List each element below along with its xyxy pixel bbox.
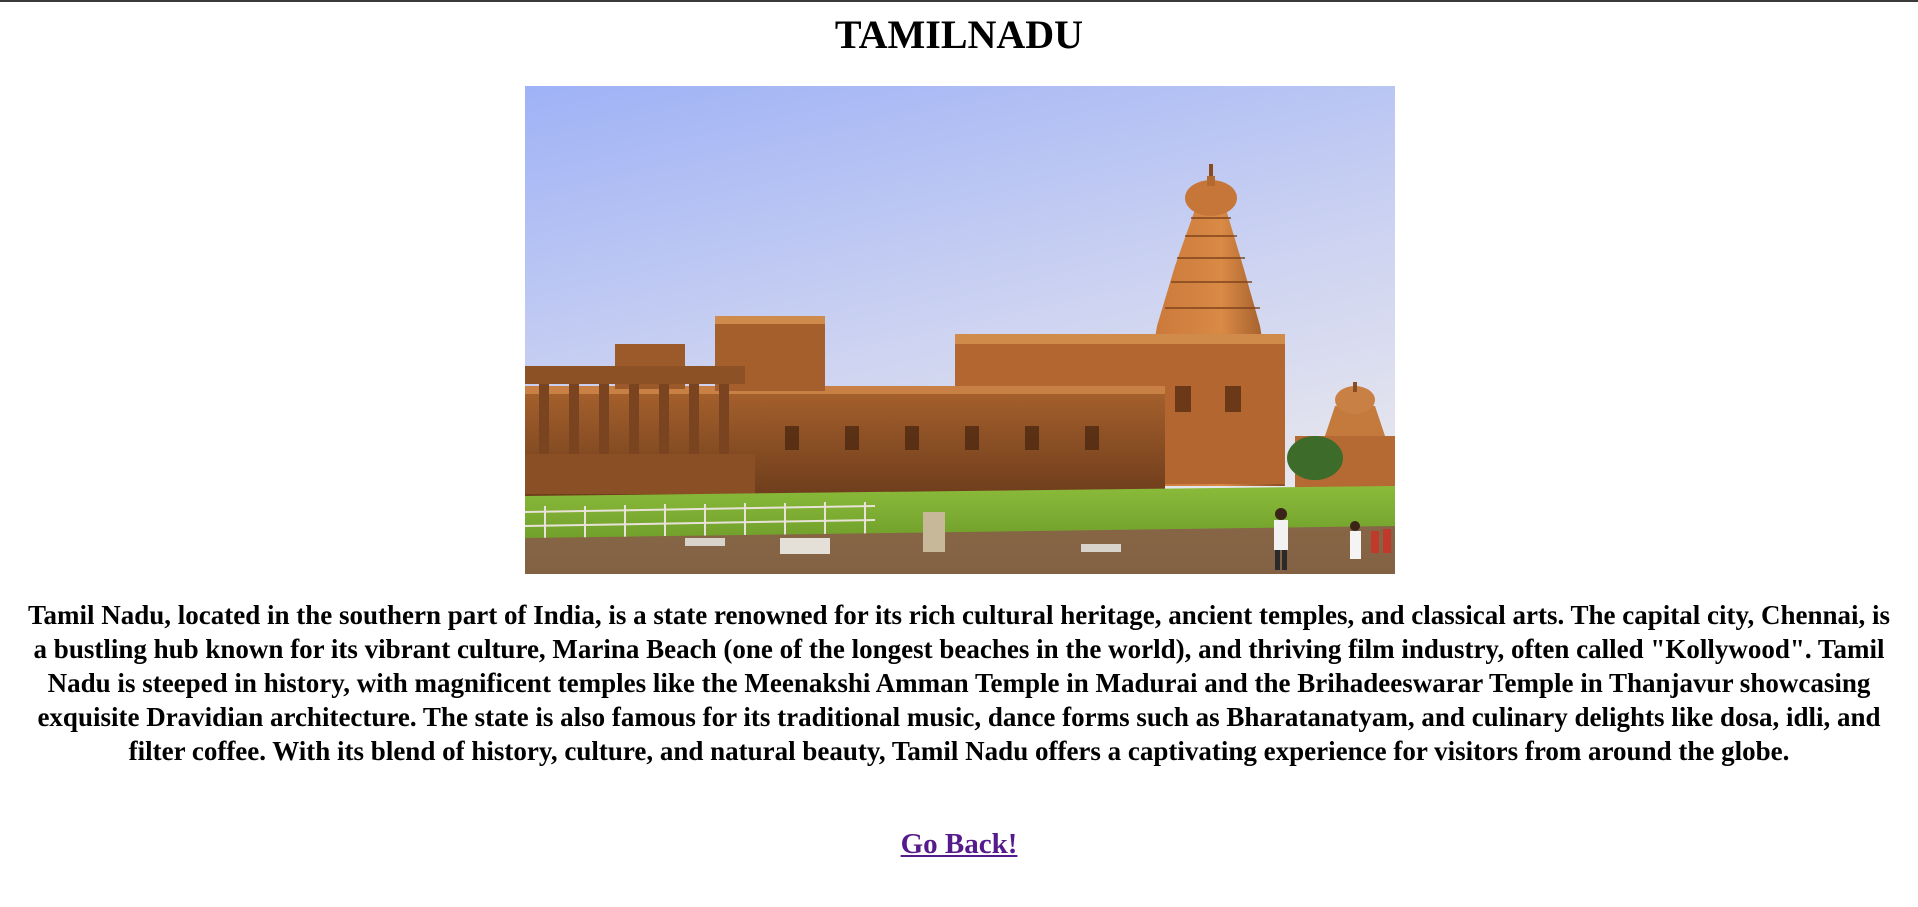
description-paragraph: Tamil Nadu, located in the southern part… (27, 600, 1890, 766)
page-title: TAMILNADU (834, 12, 1084, 57)
temple-photo (525, 86, 1395, 574)
top-border (0, 0, 1918, 2)
back-link-container: Go Back! (0, 826, 1918, 862)
go-back-link[interactable]: Go Back! (901, 828, 1018, 860)
